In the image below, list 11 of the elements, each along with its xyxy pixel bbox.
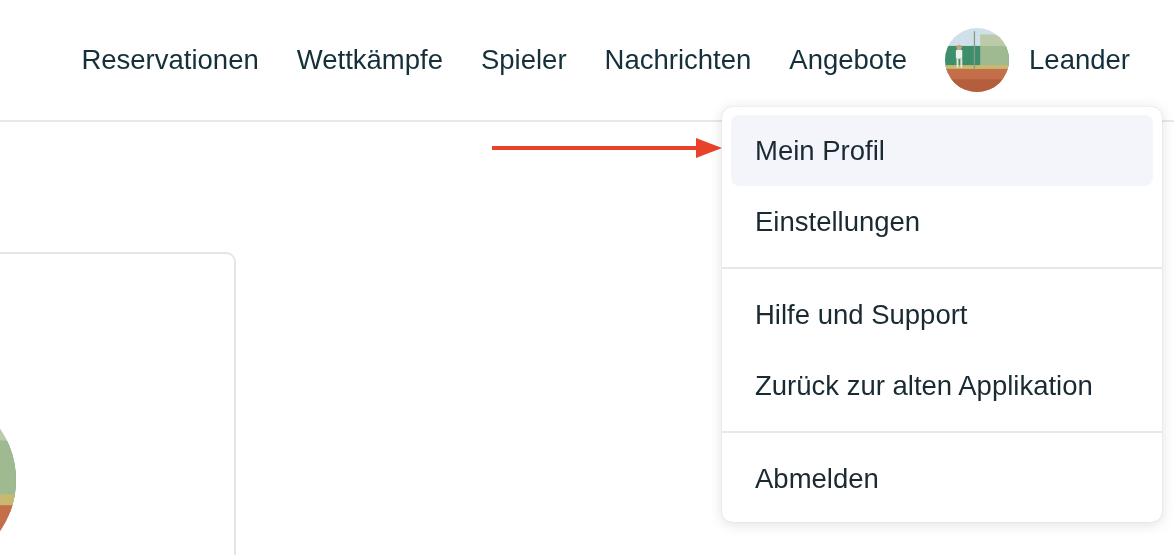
nav-link[interactable]: Spieler	[480, 44, 567, 76]
menu-item[interactable]: Hilfe und Support	[731, 279, 1153, 350]
menu-item[interactable]: Mein Profil	[731, 115, 1153, 186]
menu-item[interactable]: Einstellungen	[731, 186, 1153, 257]
menu-item[interactable]: Zurück zur alten Applikation	[731, 350, 1153, 421]
nav-link[interactable]: Reservationen	[81, 44, 259, 76]
nav-link[interactable]: Wettkämpfe	[296, 44, 443, 76]
nav-link[interactable]: Angebote	[789, 44, 908, 76]
menu-item[interactable]: Abmelden	[731, 443, 1153, 514]
user-name[interactable]: Leander	[1029, 44, 1130, 76]
nav-link[interactable]: Nachrichten	[604, 44, 752, 76]
